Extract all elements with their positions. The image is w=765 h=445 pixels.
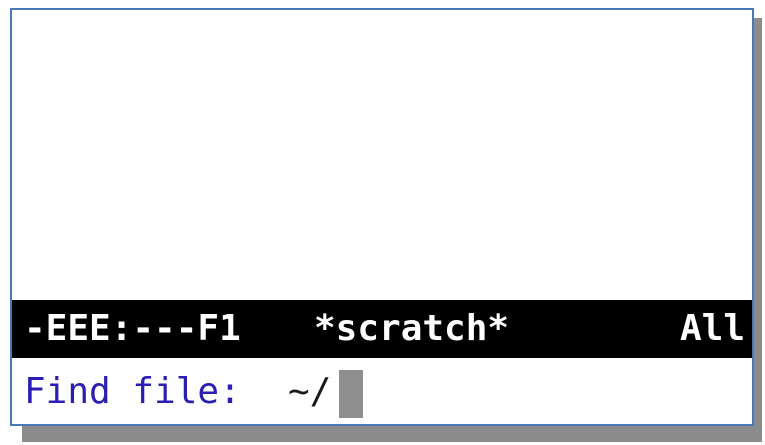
screenshot-stage: -EEE:---F1 *scratch* All Find file: ~/: [0, 0, 765, 445]
find-file-prompt: Find file:: [24, 371, 241, 412]
scratch-buffer-text-area[interactable]: [12, 10, 752, 300]
mode-line-position: All: [680, 308, 746, 349]
mode-line: -EEE:---F1 *scratch* All: [12, 300, 752, 358]
minibuffer[interactable]: Find file: ~/: [12, 364, 752, 420]
emacs-frame: -EEE:---F1 *scratch* All Find file: ~/: [10, 8, 754, 426]
mode-line-buffer-name: *scratch*: [314, 308, 510, 349]
text-cursor: [339, 370, 363, 418]
find-file-input[interactable]: ~/: [288, 364, 331, 420]
mode-line-status: -EEE:---F1: [24, 308, 241, 349]
